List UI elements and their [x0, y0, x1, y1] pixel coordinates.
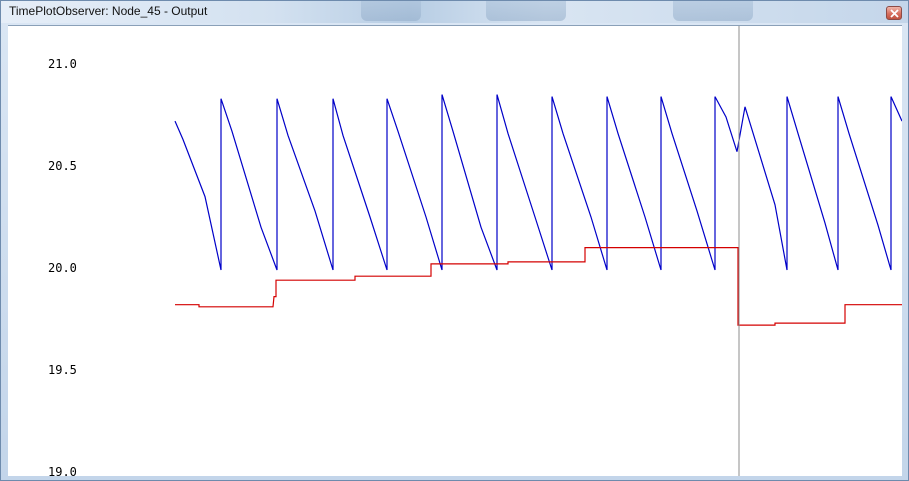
title-bar[interactable]: TimePlotObserver: Node_45 - Output — [1, 1, 908, 23]
plot-area: 21.0 20.5 20.0 19.5 19.0 — [8, 25, 902, 476]
y-tick-label: 20.0 — [48, 261, 77, 275]
time-plot-chart: 21.0 20.5 20.0 19.5 19.0 — [48, 26, 902, 476]
y-tick-label: 19.0 — [48, 465, 77, 476]
close-button[interactable] — [886, 6, 902, 20]
background-decoration — [486, 1, 566, 21]
close-icon — [890, 9, 899, 18]
series-blue-line — [174, 94, 902, 271]
background-decoration — [673, 1, 753, 21]
y-tick-label: 21.0 — [48, 57, 77, 71]
plot-window: TimePlotObserver: Node_45 - Output 21.0 2… — [0, 0, 909, 481]
y-tick-label: 19.5 — [48, 363, 77, 377]
window-title: TimePlotObserver: Node_45 - Output — [9, 4, 208, 18]
background-decoration — [361, 1, 421, 21]
series-red-line — [175, 247, 902, 326]
y-tick-label: 20.5 — [48, 159, 77, 173]
